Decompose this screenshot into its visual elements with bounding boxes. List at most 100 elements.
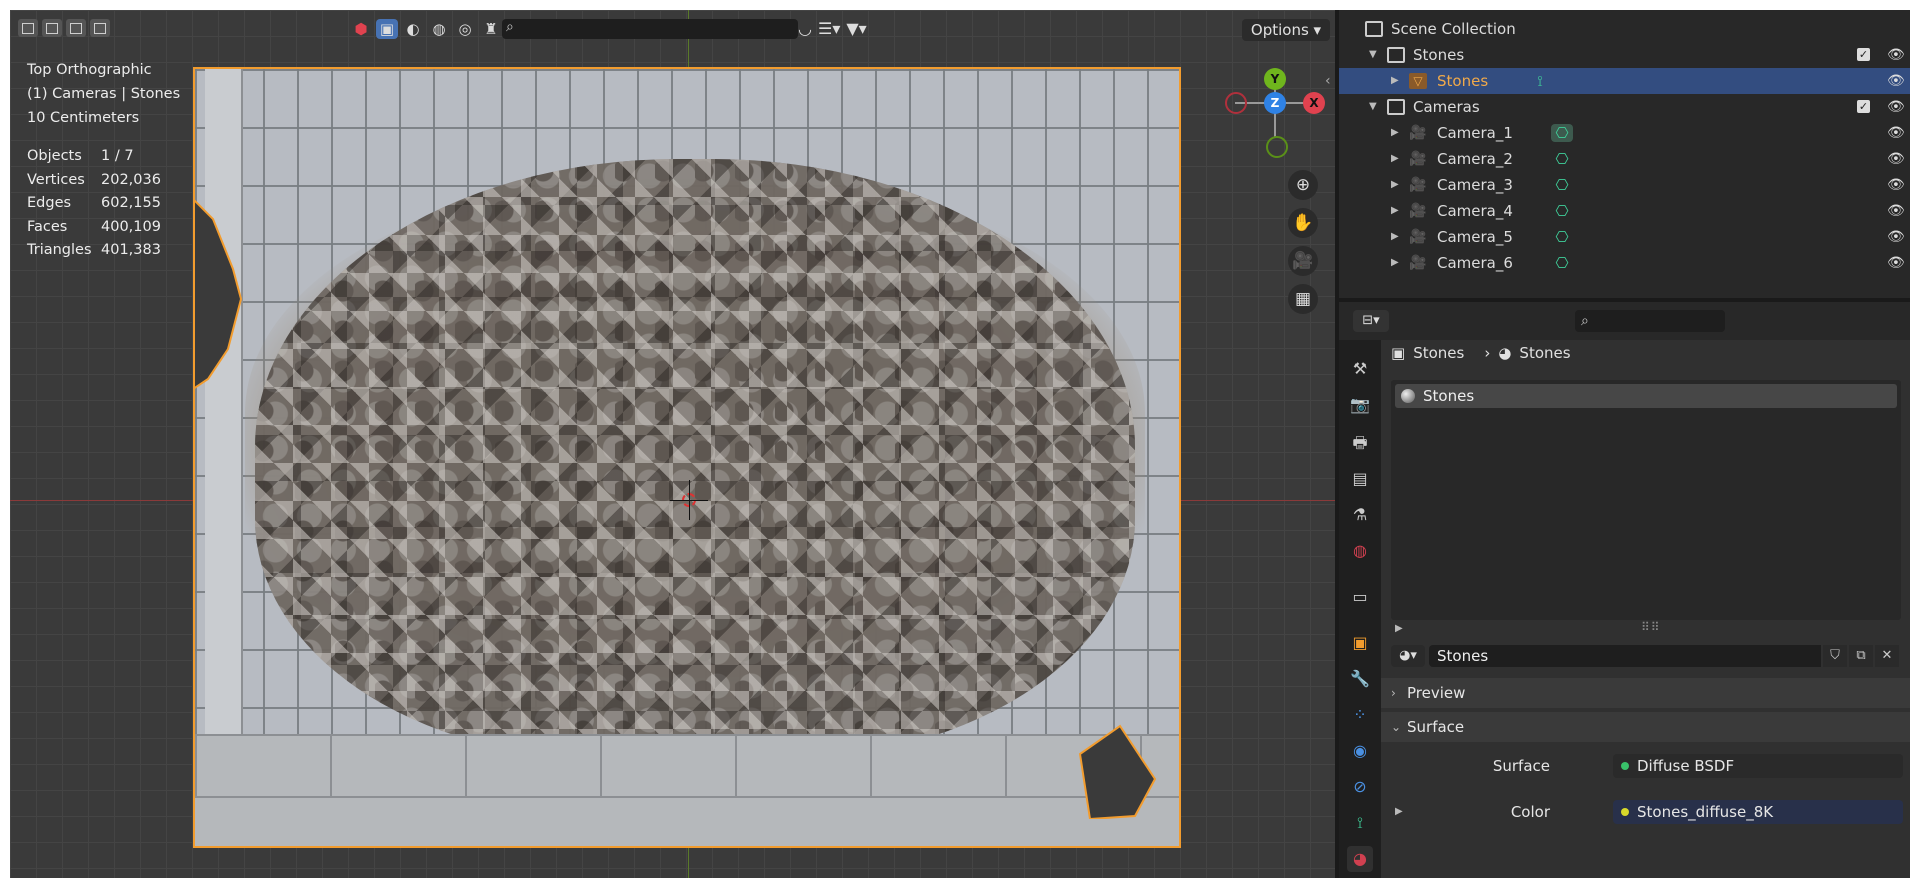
select-intersect-icon[interactable] (90, 19, 110, 37)
navigation-gizmo[interactable]: Y Z X (1225, 68, 1325, 168)
visibility-eye-icon[interactable]: 👁 (1887, 42, 1905, 68)
material-shading-icon[interactable]: ◍ (428, 19, 450, 39)
grid-toggle-icon[interactable]: ▦ (1288, 284, 1318, 314)
visibility-eye-icon[interactable]: 👁 (1887, 94, 1905, 120)
viewport-search-input[interactable]: ⌕ (502, 19, 798, 39)
render-tab-icon[interactable]: 📷 (1347, 392, 1373, 418)
view-layer-tab-icon[interactable]: ▤ (1347, 466, 1373, 492)
camera-view-icon[interactable]: 🎥 (1288, 246, 1318, 276)
sidebar-toggle-icon[interactable]: ‹ (1325, 73, 1331, 89)
color-input-selector[interactable]: Stones_diffuse_8K (1613, 800, 1903, 824)
expand-right-icon[interactable]: ▶ (1391, 250, 1399, 276)
output-tab-icon[interactable]: 🖶 (1347, 430, 1373, 456)
camera-data-icon[interactable]: ⎔ (1551, 124, 1573, 142)
exclude-checkbox[interactable]: ✓ (1857, 48, 1870, 61)
tool-tab-icon[interactable]: ⚒ (1347, 356, 1373, 382)
editor-type-dropdown[interactable]: ⊟▾ (1353, 310, 1389, 332)
list-dropdown-icon[interactable]: ☰▾ (818, 19, 840, 38)
object-tab-icon[interactable]: ▣ (1347, 630, 1373, 656)
visibility-eye-icon[interactable]: 👁 (1887, 146, 1905, 172)
expand-down-icon[interactable]: ▼ (1369, 42, 1377, 68)
duplicate-material-icon[interactable]: ⧉ (1849, 645, 1873, 667)
solid-shading-icon[interactable]: ◐ (402, 19, 424, 39)
fake-user-shield-icon[interactable]: ⛉ (1823, 645, 1847, 667)
expand-right-icon[interactable]: ▶ (1391, 120, 1399, 146)
expand-right-icon[interactable]: ▶ (1391, 68, 1399, 94)
gizmo-toggle-icon[interactable]: ⬢ (350, 19, 372, 39)
gizmo-x-icon[interactable]: X (1303, 92, 1325, 114)
mesh-data-icon[interactable]: ⟟ (1529, 72, 1551, 90)
outliner-row-camera[interactable]: ▶ 🎥 Camera_4 ⎔ 👁 (1339, 198, 1910, 224)
modifier-tab-icon[interactable]: 🔧 (1347, 666, 1373, 692)
gizmo-neg-y-icon[interactable] (1266, 136, 1288, 158)
camera-data-icon[interactable]: ⎔ (1551, 228, 1573, 246)
properties-search-input[interactable]: ⌕ (1575, 310, 1725, 332)
properties-tabs: ⚒ 📷 🖶 ▤ ⚗ ◍ ▭ ▣ 🔧 ⁘ ◉ ⊘ ⟟ ◕ (1339, 340, 1381, 878)
camera-data-icon[interactable]: ⎔ (1551, 202, 1573, 220)
collection-tab-icon[interactable]: ▭ (1347, 584, 1373, 610)
stat-value: 202,036 (101, 171, 161, 188)
visibility-eye-icon[interactable]: 👁 (1887, 198, 1905, 224)
gizmo-y-icon[interactable]: Y (1264, 68, 1286, 90)
select-new-icon[interactable] (18, 19, 38, 37)
outliner-row-camera[interactable]: ▶ 🎥 Camera_1 ⎔ 👁 (1339, 120, 1910, 146)
outliner-row-cameras-collection[interactable]: ▼ Cameras ✓ 👁 (1339, 94, 1910, 120)
visibility-eye-icon[interactable]: 👁 (1887, 250, 1905, 276)
physics-tab-icon[interactable]: ◉ (1347, 738, 1373, 764)
visibility-eye-icon[interactable]: 👁 (1887, 120, 1905, 146)
expand-right-icon[interactable]: ▶ (1395, 799, 1403, 825)
gizmo-neg-x-icon[interactable] (1225, 92, 1247, 114)
visibility-eye-icon[interactable]: 👁 (1887, 68, 1905, 94)
expand-right-icon[interactable]: ▶ (1391, 224, 1399, 250)
filter-dropdown-icon[interactable]: ▼▾ (846, 19, 866, 38)
property-label: Surface (1492, 757, 1550, 775)
pan-hand-icon[interactable]: ✋ (1288, 208, 1318, 238)
browse-material-dropdown[interactable]: ◕▾ (1391, 645, 1425, 667)
camera-data-icon[interactable]: ⎔ (1551, 254, 1573, 272)
object-mode-icon[interactable]: ▣ (376, 19, 398, 39)
scene-tab-icon[interactable]: ⚗ (1347, 502, 1373, 528)
camera-data-icon[interactable]: ⎔ (1551, 176, 1573, 194)
surface-panel-header[interactable]: ⌄ Surface (1381, 712, 1910, 742)
visibility-eye-icon[interactable]: 👁 (1887, 172, 1905, 198)
material-tab-icon[interactable]: ◕ (1347, 846, 1373, 872)
material-name-field[interactable]: Stones (1429, 645, 1821, 667)
outliner-row-stones-collection[interactable]: ▼ Stones ✓ 👁 (1339, 42, 1910, 68)
paint-icon[interactable]: ♜ (480, 19, 502, 39)
list-expand-icon[interactable]: ▶ (1395, 623, 1403, 634)
3d-viewport[interactable]: ⬢ ▣ ◐ ◍ ◎ ♜ ⌕ ◡ ☰▾ ▼▾ Options ▾ Top Orth… (10, 10, 1335, 878)
exclude-checkbox[interactable]: ✓ (1857, 100, 1870, 113)
zoom-icon[interactable]: ⊕ (1288, 170, 1318, 200)
unlink-material-icon[interactable]: ✕ (1875, 645, 1899, 667)
stat-value: 401,383 (101, 242, 161, 258)
visibility-eye-icon[interactable]: 👁 (1887, 224, 1905, 250)
camera-view-frame[interactable] (193, 67, 1181, 848)
select-subtract-icon[interactable] (66, 19, 86, 37)
options-button[interactable]: Options ▾ (1242, 19, 1330, 41)
surface-shader-selector[interactable]: Diffuse BSDF (1613, 754, 1903, 778)
material-slot-item[interactable]: Stones (1395, 384, 1897, 408)
outliner-row-camera[interactable]: ▶ 🎥 Camera_2 ⎔ 👁 (1339, 146, 1910, 172)
expand-down-icon[interactable]: ▼ (1369, 94, 1377, 120)
outliner-row-camera[interactable]: ▶ 🎥 Camera_3 ⎔ 👁 (1339, 172, 1910, 198)
data-tab-icon[interactable]: ⟟ (1347, 810, 1373, 836)
outliner-row-scene-collection[interactable]: Scene Collection (1339, 16, 1910, 42)
constraints-tab-icon[interactable]: ⊘ (1347, 774, 1373, 800)
expand-right-icon[interactable]: ▶ (1391, 198, 1399, 224)
outliner-row-stones-object[interactable]: ▶ ▽ Stones ⟟ 👁 (1339, 68, 1910, 94)
camera-data-icon[interactable]: ⎔ (1551, 150, 1573, 168)
overlay-dropdown-icon[interactable]: ◡ (798, 19, 812, 38)
expand-right-icon[interactable]: ▶ (1391, 146, 1399, 172)
outliner-row-camera[interactable]: ▶ 🎥 Camera_6 ⎔ 👁 (1339, 250, 1910, 276)
preview-panel-header[interactable]: › Preview (1381, 678, 1910, 708)
render-shading-icon[interactable]: ◎ (454, 19, 476, 39)
list-resize-grip-icon[interactable]: ⠿⠿ (1641, 620, 1661, 634)
curb-joints (195, 734, 1179, 798)
expand-right-icon[interactable]: ▶ (1391, 172, 1399, 198)
gizmo-z-icon[interactable]: Z (1264, 92, 1286, 114)
collection-line: (1) Cameras | Stones (27, 86, 181, 102)
select-extend-icon[interactable] (42, 19, 62, 37)
particles-tab-icon[interactable]: ⁘ (1347, 702, 1373, 728)
outliner-row-camera[interactable]: ▶ 🎥 Camera_5 ⎔ 👁 (1339, 224, 1910, 250)
world-tab-icon[interactable]: ◍ (1347, 538, 1373, 564)
